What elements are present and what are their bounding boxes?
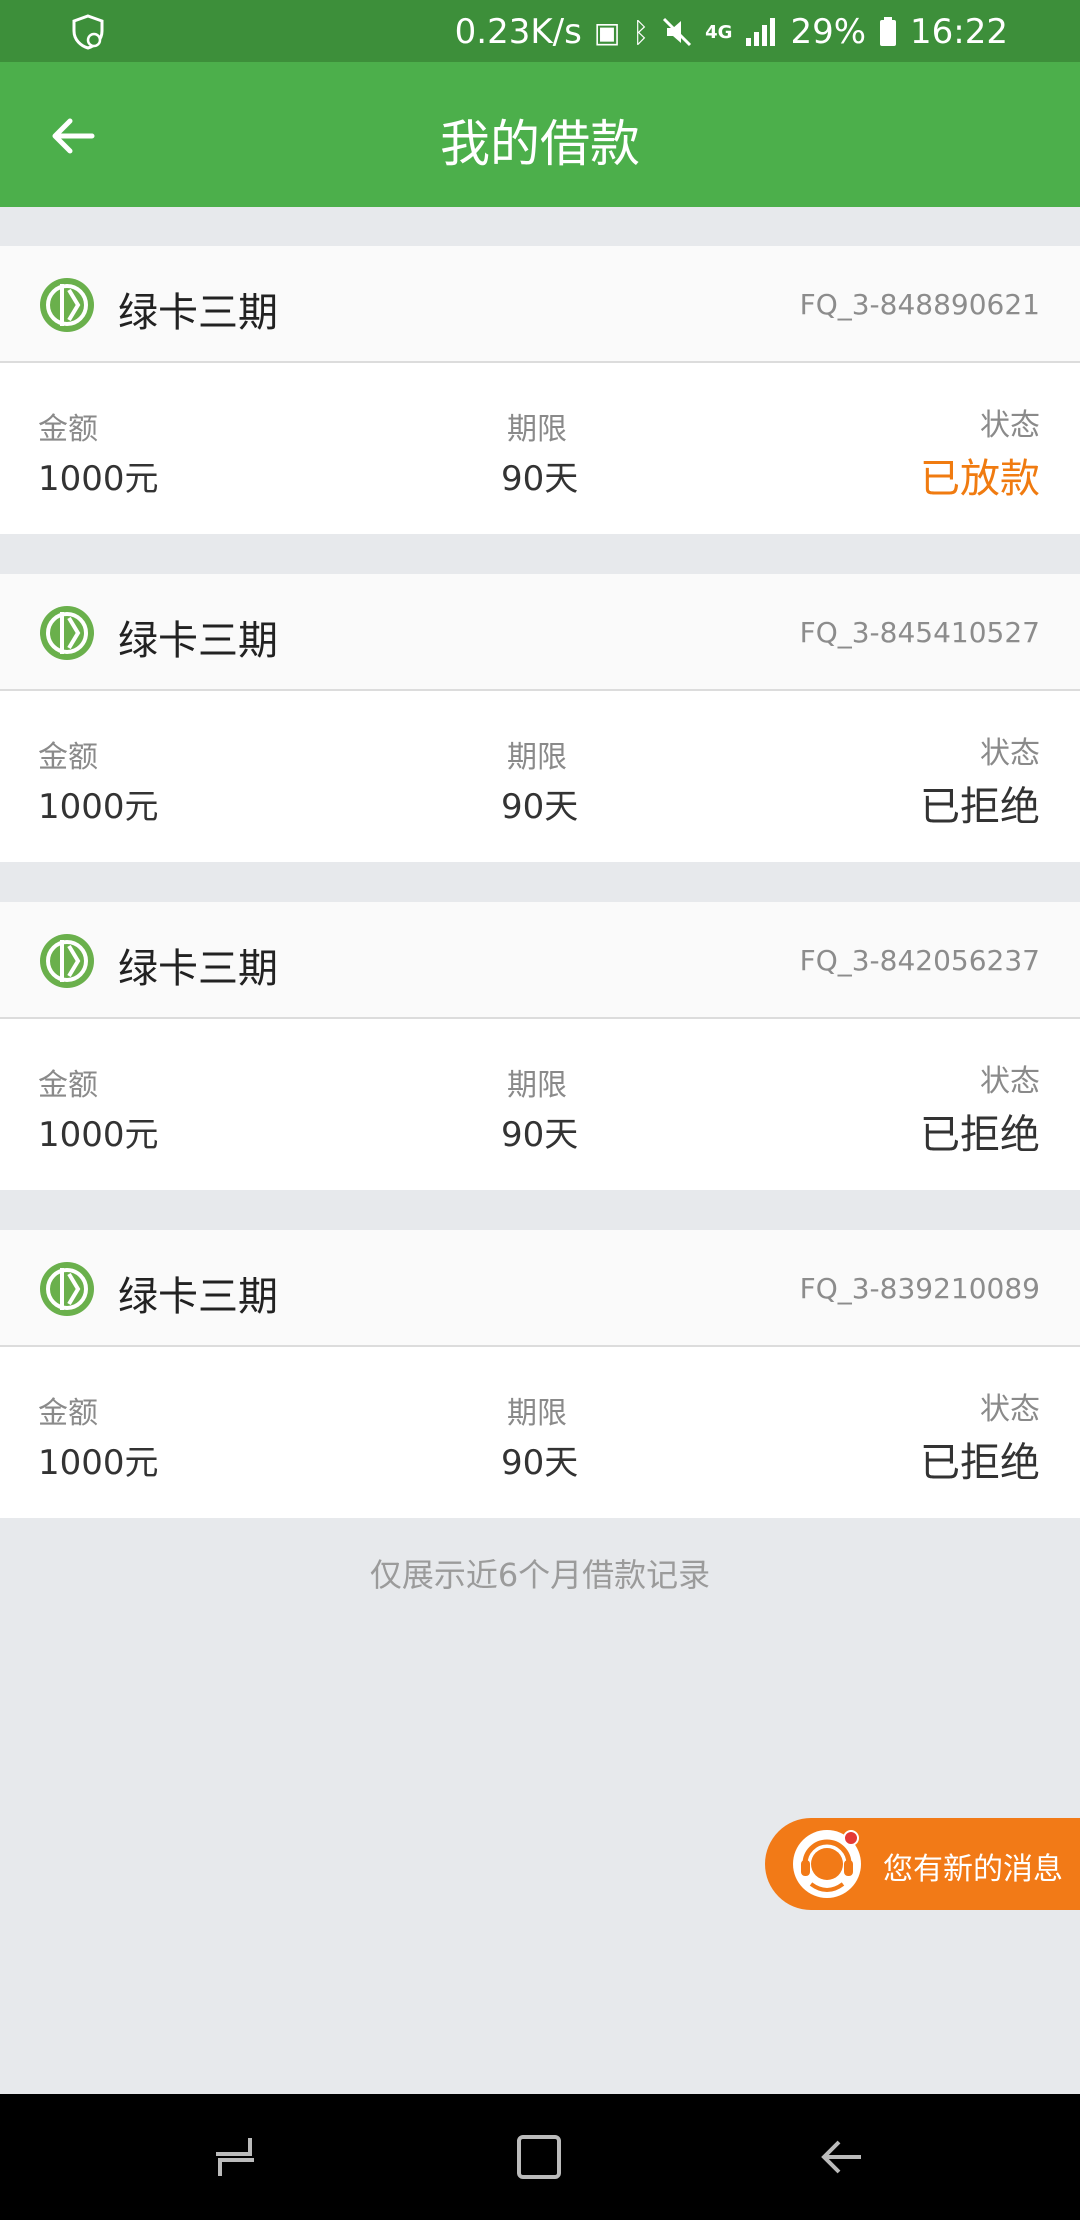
battery-icon — [880, 17, 897, 46]
loan-id: FQ_3-848890621 — [799, 288, 1040, 321]
status-label: 状态 — [980, 1064, 1040, 1099]
status-badge: 已拒绝 — [920, 1440, 1040, 1486]
product-name: 绿卡三期 — [118, 1274, 278, 1320]
product-name: 绿卡三期 — [118, 946, 278, 992]
bluetooth-icon: ᛒ — [632, 15, 650, 49]
product-logo-icon — [40, 278, 94, 332]
shield-notification-icon — [72, 14, 104, 50]
network-speed: 0.23K/s — [454, 12, 582, 52]
records-note: 仅展示近6个月借款记录 — [369, 1556, 711, 1594]
term-value: 90天 — [501, 1443, 579, 1483]
amount-label: 金额 — [38, 740, 98, 775]
amount-value: 1000元 — [38, 787, 159, 827]
loan-card[interactable]: 绿卡三期 FQ_3-845410527 金额 1000元 期限 90天 状态 已… — [0, 574, 1080, 862]
term-label: 期限 — [507, 412, 567, 447]
status-badge: 已放款 — [920, 456, 1040, 502]
battery-percent: 29% — [790, 12, 867, 52]
new-message-label: 您有新的消息 — [883, 1852, 1063, 1887]
amount-value: 1000元 — [38, 459, 159, 499]
amount-label: 金额 — [38, 412, 98, 447]
home-icon[interactable] — [514, 2132, 564, 2182]
term-value: 90天 — [501, 787, 579, 827]
term-label: 期限 — [507, 1396, 567, 1431]
loan-id: FQ_3-839210089 — [799, 1272, 1040, 1305]
back-icon[interactable] — [817, 2132, 867, 2182]
amount-label: 金额 — [38, 1068, 98, 1103]
loan-id: FQ_3-845410527 — [799, 616, 1040, 649]
storage-icon: ▣ — [593, 15, 621, 49]
loan-card[interactable]: 绿卡三期 FQ_3-842056237 金额 1000元 期限 90天 状态 已… — [0, 902, 1080, 1190]
signal-icon — [746, 18, 776, 46]
loan-card-header: 绿卡三期 FQ_3-848890621 — [0, 246, 1080, 363]
new-message-button[interactable]: 您有新的消息 — [765, 1818, 1080, 1910]
amount-value: 1000元 — [38, 1443, 159, 1483]
page-title: 我的借款 — [440, 115, 640, 173]
network-type: 4G — [705, 21, 733, 43]
term-value: 90天 — [501, 459, 579, 499]
term-value: 90天 — [501, 1115, 579, 1155]
product-logo-icon — [40, 1262, 94, 1316]
term-label: 期限 — [507, 1068, 567, 1103]
recent-apps-icon[interactable] — [210, 2132, 260, 2182]
amount-value: 1000元 — [38, 1115, 159, 1155]
product-name: 绿卡三期 — [118, 290, 278, 336]
product-name: 绿卡三期 — [118, 618, 278, 664]
customer-service-icon — [793, 1830, 861, 1898]
term-label: 期限 — [507, 740, 567, 775]
status-label: 状态 — [980, 1392, 1040, 1427]
system-nav-bar — [0, 2094, 1080, 2220]
loan-card-header: 绿卡三期 FQ_3-842056237 — [0, 902, 1080, 1019]
loan-card[interactable]: 绿卡三期 FQ_3-848890621 金额 1000元 期限 90天 状态 已… — [0, 246, 1080, 534]
status-badge: 已拒绝 — [920, 1112, 1040, 1158]
product-logo-icon — [40, 606, 94, 660]
amount-label: 金额 — [38, 1396, 98, 1431]
loan-card[interactable]: 绿卡三期 FQ_3-839210089 金额 1000元 期限 90天 状态 已… — [0, 1230, 1080, 1518]
product-logo-icon — [40, 934, 94, 988]
mute-icon — [663, 17, 692, 47]
status-bar: 0.23K/s ▣ ᛒ 4G 29% 16:22 — [0, 0, 1080, 62]
loan-card-header: 绿卡三期 FQ_3-845410527 — [0, 574, 1080, 691]
loan-card-header: 绿卡三期 FQ_3-839210089 — [0, 1230, 1080, 1347]
status-label: 状态 — [980, 408, 1040, 443]
loan-id: FQ_3-842056237 — [799, 944, 1040, 977]
clock: 16:22 — [910, 12, 1008, 52]
app-bar: 我的借款 — [0, 62, 1080, 207]
status-badge: 已拒绝 — [920, 784, 1040, 830]
status-label: 状态 — [980, 736, 1040, 771]
